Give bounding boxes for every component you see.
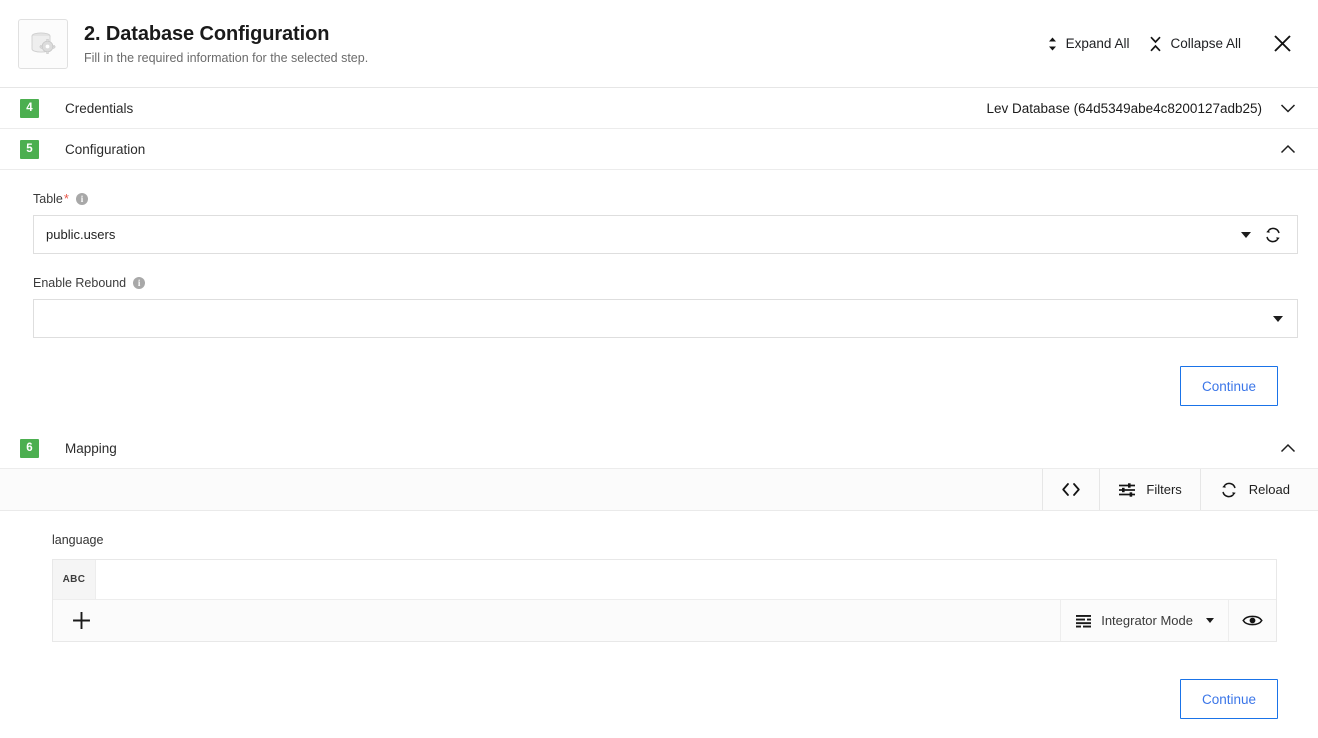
header-actions: Expand All Collapse All: [1037, 28, 1300, 59]
expand-all-button[interactable]: Expand All: [1037, 30, 1140, 58]
configuration-toggle[interactable]: [1276, 142, 1300, 157]
add-mapping-row-button[interactable]: [53, 600, 1060, 641]
mapping-continue-row: Continue: [52, 642, 1298, 719]
required-marker: *: [63, 191, 69, 206]
mapping-toolbar: Filters Reload: [0, 469, 1318, 511]
configuration-continue-button[interactable]: Continue: [1180, 366, 1278, 406]
filters-label: Filters: [1146, 482, 1182, 497]
header-titles: 2. Database Configuration Fill in the re…: [84, 22, 1037, 66]
info-icon[interactable]: i: [133, 277, 146, 289]
section-label-mapping: Mapping: [65, 440, 117, 456]
page-subtitle: Fill in the required information for the…: [84, 50, 369, 65]
step-badge-4: 4: [20, 98, 39, 118]
collapse-chevrons-icon: [1149, 36, 1162, 52]
configuration-continue-row: Continue: [33, 360, 1298, 406]
reload-button[interactable]: Reload: [1199, 469, 1318, 510]
caret-down-icon: [1206, 618, 1214, 623]
mapping-table-footer-row: Integrator Mode: [53, 600, 1276, 641]
table-field-block: Table * i public.users: [33, 192, 1298, 254]
plus-icon: [72, 611, 91, 630]
caret-down-icon[interactable]: [1241, 231, 1251, 238]
integrator-mode-selector[interactable]: Integrator Mode: [1060, 600, 1228, 641]
page-title: 2. Database Configuration: [84, 22, 330, 45]
section-mapping[interactable]: 6 Mapping: [0, 428, 1318, 469]
table-refresh-button[interactable]: [1255, 223, 1287, 247]
mapping-header-empty-cell[interactable]: [96, 560, 1276, 599]
section-label-configuration: Configuration: [65, 141, 146, 157]
chevron-up-icon: [1280, 144, 1296, 155]
step-badge-5: 5: [20, 139, 39, 159]
caret-down-icon[interactable]: [1273, 315, 1283, 322]
mapping-body: language ABC Integrator Mode Continue: [0, 511, 1318, 719]
section-credentials[interactable]: 4 Credentials Lev Database (64d5349abe4c…: [0, 88, 1318, 129]
eye-icon: [1242, 613, 1263, 628]
filters-icon: [1118, 482, 1136, 498]
section-spacer: [0, 406, 1318, 428]
chevron-up-icon: [1280, 443, 1296, 454]
mapping-type-header-cell[interactable]: ABC: [53, 560, 96, 599]
table-field-label: Table * i: [33, 192, 1298, 206]
info-icon[interactable]: i: [75, 193, 88, 205]
expand-chevrons-icon: [1047, 36, 1058, 52]
section-label-credentials: Credentials: [65, 100, 134, 116]
expand-all-label: Expand All: [1065, 36, 1130, 51]
code-brackets-icon: [1061, 482, 1081, 497]
dialog-header: 2. Database Configuration Fill in the re…: [0, 0, 1318, 88]
enable-rebound-select[interactable]: [33, 299, 1298, 338]
mapping-continue-button[interactable]: Continue: [1180, 679, 1278, 719]
reload-icon: [1219, 480, 1239, 500]
credentials-selected-value: Lev Database (64d5349abe4c8200127adb25): [986, 100, 1262, 116]
list-lines-icon: [1075, 614, 1092, 628]
enable-rebound-field-block: Enable Rebound i: [33, 276, 1298, 338]
refresh-icon: [1263, 225, 1283, 245]
table-select[interactable]: public.users: [33, 215, 1298, 254]
step-badge-6: 6: [20, 438, 39, 458]
close-button[interactable]: [1251, 28, 1300, 59]
integrator-mode-label: Integrator Mode: [1101, 613, 1193, 628]
mapping-column-title: language: [52, 533, 104, 547]
database-gear-icon: [18, 18, 68, 69]
close-icon: [1273, 34, 1292, 53]
section-configuration[interactable]: 5 Configuration: [0, 129, 1318, 170]
chevron-down-icon: [1280, 103, 1296, 114]
enable-rebound-label-text: Enable Rebound: [33, 276, 127, 290]
collapse-all-button[interactable]: Collapse All: [1139, 30, 1251, 58]
reload-label: Reload: [1248, 482, 1290, 497]
mapping-table-header-row: ABC: [53, 560, 1276, 600]
configuration-form: Table * i public.users Enable Rebound i …: [0, 170, 1318, 406]
credentials-toggle[interactable]: [1276, 101, 1300, 116]
preview-toggle-button[interactable]: [1228, 600, 1276, 641]
mapping-toggle[interactable]: [1276, 441, 1300, 456]
table-label-text: Table: [33, 192, 63, 206]
code-view-button[interactable]: [1042, 469, 1099, 510]
table-select-value: public.users: [46, 227, 116, 242]
collapse-all-label: Collapse All: [1170, 36, 1241, 51]
filters-button[interactable]: Filters: [1099, 469, 1199, 510]
mapping-table: ABC Integrator Mode: [52, 559, 1277, 642]
enable-rebound-field-label: Enable Rebound i: [33, 276, 1298, 290]
